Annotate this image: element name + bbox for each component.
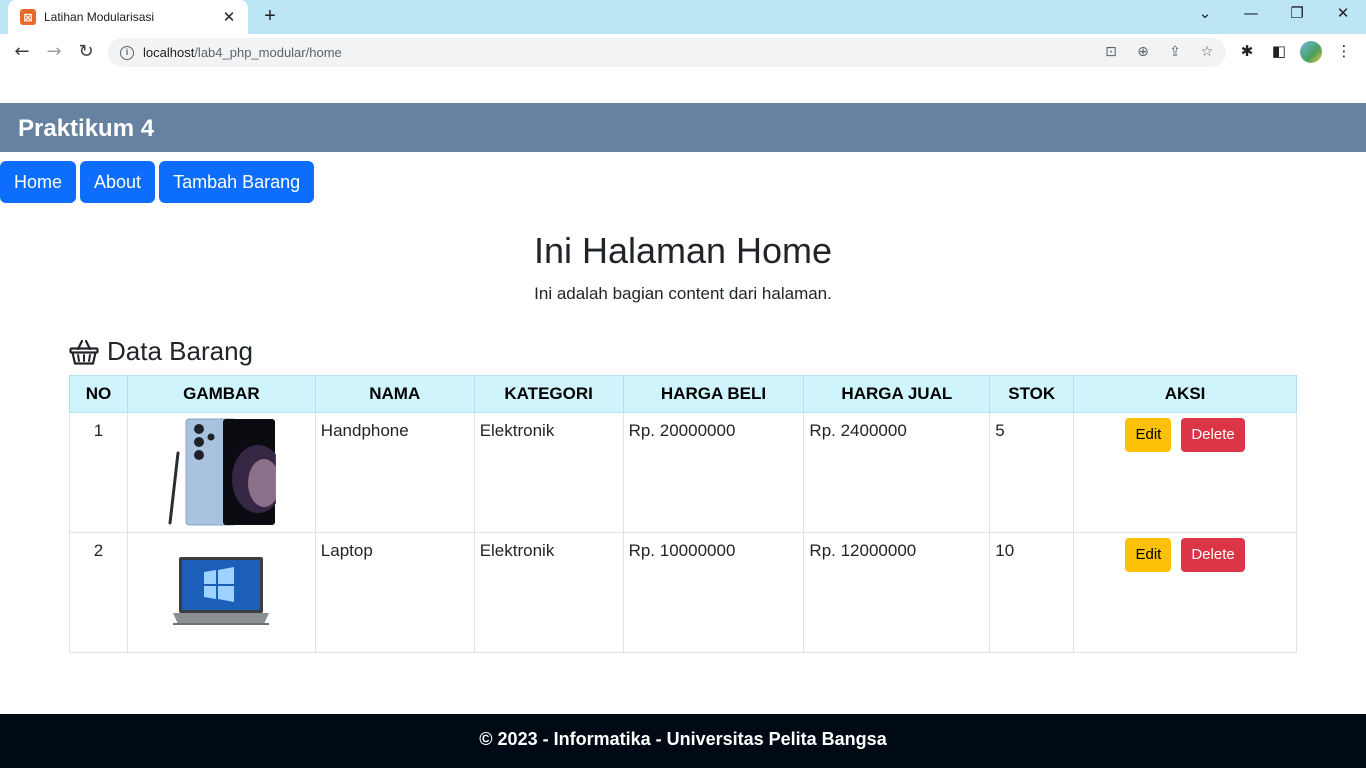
bookmark-star-icon[interactable]: ☆ (1198, 44, 1216, 60)
table-row: 1 Handphone Elektronik Rp. 20000000 Rp. … (69, 412, 1297, 533)
browser-tab[interactable]: ⊠ Latihan Modularisasi ✕ (8, 0, 248, 34)
close-window-icon[interactable]: ✕ (1328, 4, 1358, 22)
cell-harga-beli: Rp. 20000000 (622, 412, 805, 533)
section-title: Data Barang (107, 336, 253, 366)
col-header-gambar: GAMBAR (126, 375, 316, 413)
tab-title: Latihan Modularisasi (44, 10, 155, 24)
table-row: 2 Laptop Elektronik Rp. 10000000 Rp. 120… (69, 532, 1297, 653)
tab-search-icon[interactable]: ⌄ (1190, 4, 1220, 22)
nav-tambah-barang-link[interactable]: Tambah Barang (159, 161, 315, 203)
xampp-icon: ⊠ (20, 9, 36, 25)
phone-image (168, 418, 285, 526)
cell-harga-beli: Rp. 10000000 (622, 532, 805, 653)
cell-stok: 10 (989, 532, 1075, 653)
cell-harga-jual: Rp. 12000000 (803, 532, 991, 653)
section-header: Data Barang (69, 336, 253, 367)
site-nav: Home About Tambah Barang (0, 161, 315, 203)
col-header-kategori: KATEGORI (473, 375, 624, 413)
cell-gambar (126, 532, 316, 653)
laptop-image (173, 557, 270, 625)
site-header: Praktikum 4 (0, 103, 1366, 152)
site-title: Praktikum 4 (18, 115, 155, 142)
restore-icon[interactable]: ❐ (1282, 4, 1312, 22)
back-icon[interactable]: ← (10, 40, 34, 64)
col-header-stok: STOK (989, 375, 1075, 413)
col-header-harga-jual: HARGA JUAL (803, 375, 991, 413)
edit-button[interactable]: Edit (1125, 538, 1172, 572)
delete-button[interactable]: Delete (1181, 418, 1245, 452)
cell-stok: 5 (989, 412, 1075, 533)
basket-icon (69, 339, 99, 365)
edit-button[interactable]: Edit (1125, 418, 1172, 452)
translate-icon[interactable]: ⊡ (1102, 44, 1120, 60)
menu-icon[interactable]: ⋮ (1334, 42, 1354, 60)
cell-kategori: Elektronik (473, 532, 624, 653)
page-subtitle: Ini adalah bagian content dari halaman. (534, 284, 832, 303)
cell-no: 2 (69, 532, 128, 653)
nav-home-link[interactable]: Home (0, 161, 77, 203)
browser-toolbar: ← → ↻ i localhost/lab4_php_modular/home … (0, 34, 1366, 70)
site-footer: © 2023 - Informatika - Universitas Pelit… (0, 714, 1366, 768)
cell-no: 1 (69, 412, 128, 533)
cell-nama: Handphone (314, 412, 475, 533)
col-header-harga-beli: HARGA BELI (622, 375, 805, 413)
minimize-icon[interactable]: — (1236, 4, 1266, 22)
forward-icon[interactable]: → (42, 40, 66, 64)
reload-icon[interactable]: ↻ (74, 40, 98, 64)
cell-aksi: Edit Delete (1073, 412, 1297, 533)
share-icon[interactable]: ⇪ (1166, 44, 1184, 60)
col-header-no: NO (69, 375, 128, 413)
browser-tabbar: ⊠ Latihan Modularisasi ✕ + ⌄ — ❐ ✕ (0, 0, 1366, 34)
footer-text: © 2023 - Informatika - Universitas Pelit… (479, 729, 887, 749)
data-barang-table: NO GAMBAR NAMA KATEGORI HARGA BELI HARGA… (69, 375, 1297, 653)
side-panel-icon[interactable]: ◧ (1269, 42, 1289, 60)
page-title: Ini Halaman Home (533, 230, 833, 271)
site-info-icon[interactable]: i (120, 45, 134, 60)
col-header-aksi: AKSI (1073, 375, 1297, 413)
url-text[interactable]: localhost/lab4_php_modular/home (143, 45, 342, 60)
col-header-nama: NAMA (314, 375, 475, 413)
cell-nama: Laptop (314, 532, 475, 653)
cell-kategori: Elektronik (473, 412, 624, 533)
profile-avatar[interactable] (1300, 41, 1322, 63)
address-bar[interactable]: i localhost/lab4_php_modular/home ⊡ ⊕ ⇪ … (108, 38, 1226, 67)
new-tab-icon[interactable]: + (260, 5, 280, 28)
cell-gambar (126, 412, 316, 533)
cell-harga-jual: Rp. 2400000 (803, 412, 991, 533)
close-tab-icon[interactable]: ✕ (220, 8, 238, 26)
page-viewport: Praktikum 4 Home About Tambah Barang Ini… (0, 70, 1366, 768)
delete-button[interactable]: Delete (1181, 538, 1245, 572)
extensions-icon[interactable]: ✱ (1237, 42, 1257, 60)
cell-aksi: Edit Delete (1073, 532, 1297, 653)
nav-about-link[interactable]: About (80, 161, 156, 203)
table-header-row: NO GAMBAR NAMA KATEGORI HARGA BELI HARGA… (69, 375, 1297, 413)
zoom-icon[interactable]: ⊕ (1134, 44, 1152, 60)
